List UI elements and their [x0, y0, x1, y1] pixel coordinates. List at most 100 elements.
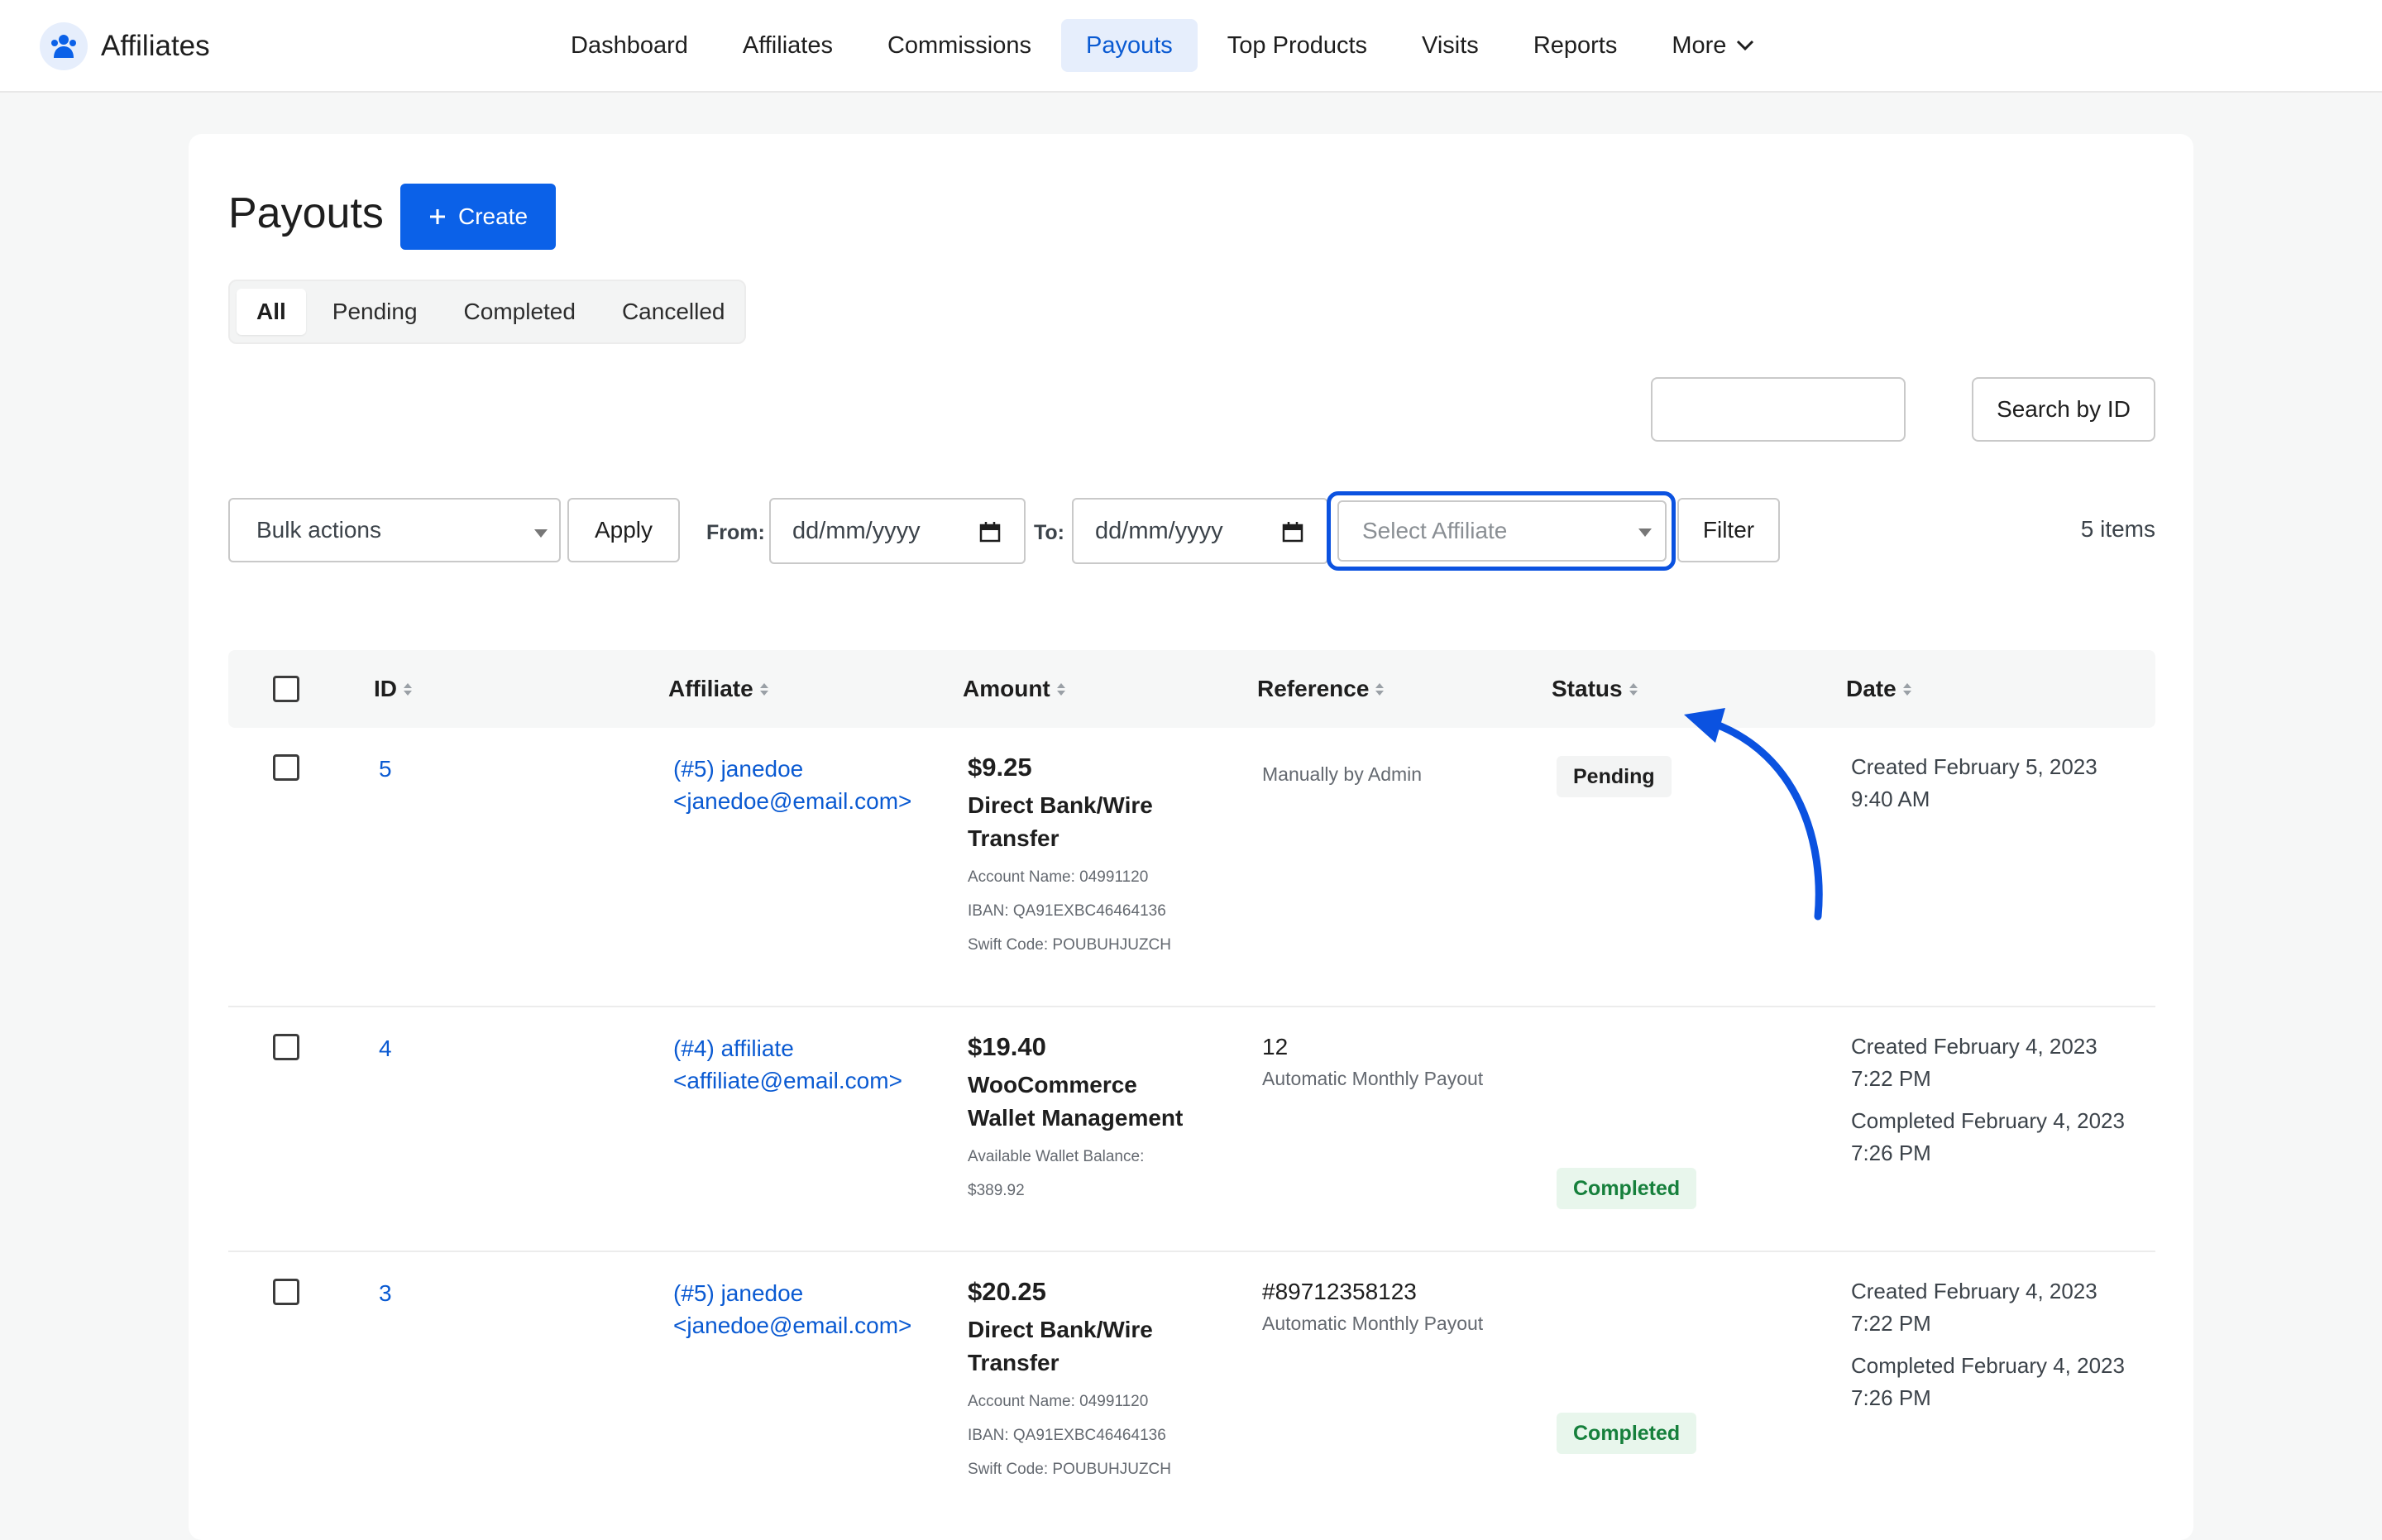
- app-name: Affiliates: [101, 30, 210, 62]
- amount-cell: $9.25 Direct Bank/Wire Transfer Account …: [968, 751, 1208, 962]
- reference-cell: #89712358123 Automatic Monthly Payout: [1262, 1275, 1483, 1338]
- brand[interactable]: Affiliates: [40, 22, 210, 71]
- created-date: Created February 4, 2023: [1851, 1279, 2097, 1303]
- affiliate-link[interactable]: (#5) janedoe <janedoe@email.com>: [673, 753, 911, 817]
- payout-id-link[interactable]: 4: [379, 1032, 392, 1064]
- row-checkbox[interactable]: [273, 1034, 299, 1060]
- tab-cancelled[interactable]: Cancelled: [602, 289, 745, 335]
- main-nav: Dashboard Affiliates Commissions Payouts…: [546, 19, 1779, 72]
- row-checkbox[interactable]: [273, 1279, 299, 1305]
- created-time: 9:40 AM: [1851, 787, 1930, 811]
- to-label: To:: [1034, 521, 1065, 544]
- reference-note: Manually by Admin: [1262, 763, 1423, 785]
- page-title: Payouts: [228, 189, 384, 237]
- reference-cell: 12 Automatic Monthly Payout: [1262, 1031, 1483, 1093]
- swift-code: Swift Code: POUBUHJUZCH: [968, 1461, 1171, 1478]
- amount-cell: $20.25 Direct Bank/Wire Transfer Account…: [968, 1275, 1208, 1486]
- row-checkbox[interactable]: [273, 754, 299, 781]
- from-date-input[interactable]: dd/mm/yyyy: [769, 498, 1026, 564]
- column-status[interactable]: Status: [1552, 650, 1638, 728]
- created-date: Created February 4, 2023: [1851, 1034, 2097, 1059]
- payout-method-line: WooCommerce: [968, 1072, 1137, 1098]
- account-name: Account Name: 04991120: [968, 868, 1149, 886]
- wallet-balance-value: $389.92: [968, 1182, 1025, 1199]
- select-affiliate-dropdown[interactable]: Select Affiliate: [1337, 500, 1667, 562]
- affiliate-email: <affiliate@email.com>: [673, 1068, 902, 1093]
- affiliates-logo-icon: [40, 22, 88, 70]
- date-cell: Created February 4, 2023 7:22 PM Complet…: [1851, 1275, 2125, 1414]
- tab-completed[interactable]: Completed: [444, 289, 596, 335]
- create-button[interactable]: Create: [400, 184, 556, 250]
- date-cell: Created February 5, 2023 9:40 AM: [1851, 751, 2097, 815]
- payout-id-link[interactable]: 5: [379, 753, 392, 785]
- affiliate-name: (#4) affiliate: [673, 1035, 794, 1061]
- completed-time: 7:26 PM: [1851, 1141, 1931, 1165]
- column-reference[interactable]: Reference: [1257, 650, 1385, 728]
- sort-icon: [1056, 682, 1065, 696]
- nav-more[interactable]: More: [1647, 19, 1779, 72]
- nav-affiliates[interactable]: Affiliates: [718, 19, 858, 72]
- bulk-actions-select[interactable]: Bulk actions: [228, 498, 561, 562]
- payout-method-line: Wallet Management: [968, 1105, 1184, 1131]
- nav-payouts[interactable]: Payouts: [1060, 19, 1198, 72]
- nav-reports[interactable]: Reports: [1509, 19, 1643, 72]
- affiliate-name: (#5) janedoe: [673, 756, 804, 782]
- table-header: ID Affiliate Amount Reference Status Dat…: [228, 650, 2155, 728]
- bulk-actions-label: Bulk actions: [256, 517, 381, 543]
- select-all-checkbox[interactable]: [273, 676, 299, 702]
- select-affiliate-placeholder: Select Affiliate: [1362, 518, 1508, 543]
- affiliate-link[interactable]: (#4) affiliate <affiliate@email.com>: [673, 1032, 902, 1097]
- column-id[interactable]: ID: [374, 650, 412, 728]
- calendar-icon[interactable]: [979, 521, 1001, 543]
- sort-icon: [1902, 682, 1911, 696]
- nav-commissions[interactable]: Commissions: [863, 19, 1056, 72]
- created-time: 7:22 PM: [1851, 1311, 1931, 1336]
- amount-cell: $19.40 WooCommerce Wallet Management Ava…: [968, 1031, 1232, 1208]
- sort-icon: [404, 682, 412, 696]
- tab-all[interactable]: All: [237, 289, 306, 335]
- affiliate-name: (#5) janedoe: [673, 1280, 804, 1306]
- payout-method-line: Direct Bank/Wire: [968, 792, 1153, 818]
- affiliate-link[interactable]: (#5) janedoe <janedoe@email.com>: [673, 1277, 911, 1342]
- filter-button[interactable]: Filter: [1677, 498, 1780, 562]
- date-cell: Created February 4, 2023 7:22 PM Complet…: [1851, 1031, 2125, 1169]
- status-badge: Completed: [1557, 1168, 1697, 1209]
- search-id-input[interactable]: [1651, 377, 1906, 442]
- nav-more-label: More: [1672, 31, 1727, 59]
- affiliate-select-highlight: Select Affiliate: [1327, 491, 1676, 571]
- column-amount[interactable]: Amount: [963, 650, 1065, 728]
- payout-method: Direct Bank/Wire Transfer: [968, 1313, 1208, 1380]
- completed-date: Completed February 4, 2023: [1851, 1353, 2125, 1378]
- account-name: Account Name: 04991120: [968, 1393, 1149, 1410]
- plus-icon: [429, 209, 445, 224]
- nav-top-products[interactable]: Top Products: [1203, 19, 1392, 72]
- nav-dashboard[interactable]: Dashboard: [546, 19, 713, 72]
- tab-pending[interactable]: Pending: [313, 289, 438, 335]
- search-by-id-button[interactable]: Search by ID: [1972, 377, 2155, 442]
- sort-icon: [1629, 682, 1638, 696]
- reference-note: Automatic Monthly Payout: [1262, 1068, 1484, 1089]
- top-navigation-bar: Affiliates Dashboard Affiliates Commissi…: [0, 0, 2382, 93]
- calendar-icon[interactable]: [1282, 521, 1303, 543]
- column-affiliate-label: Affiliate: [668, 676, 753, 701]
- nav-visits[interactable]: Visits: [1397, 19, 1504, 72]
- column-id-label: ID: [374, 676, 397, 701]
- caret-down-icon: [534, 529, 548, 538]
- column-date-label: Date: [1846, 676, 1897, 701]
- column-reference-label: Reference: [1257, 676, 1370, 701]
- to-date-input[interactable]: dd/mm/yyyy: [1072, 498, 1328, 564]
- column-affiliate[interactable]: Affiliate: [668, 650, 768, 728]
- payout-method: Direct Bank/Wire Transfer: [968, 789, 1208, 855]
- reference-note: Automatic Monthly Payout: [1262, 1313, 1484, 1334]
- create-button-label: Create: [457, 203, 529, 229]
- reference-value: #89712358123: [1262, 1279, 1417, 1304]
- payout-id-link[interactable]: 3: [379, 1277, 392, 1309]
- payouts-card: Payouts Create All Pending Completed Can…: [189, 134, 2193, 1540]
- affiliate-email: <janedoe@email.com>: [673, 1313, 912, 1338]
- payout-details: Account Name: 04991120 IBAN: QA91EXBC464…: [968, 860, 1208, 962]
- amount-value: $9.25: [968, 753, 1032, 782]
- sort-icon: [1375, 682, 1385, 696]
- apply-button[interactable]: Apply: [567, 498, 680, 562]
- payout-method: WooCommerce Wallet Management: [968, 1069, 1232, 1135]
- payout-method-line: Direct Bank/Wire: [968, 1317, 1153, 1342]
